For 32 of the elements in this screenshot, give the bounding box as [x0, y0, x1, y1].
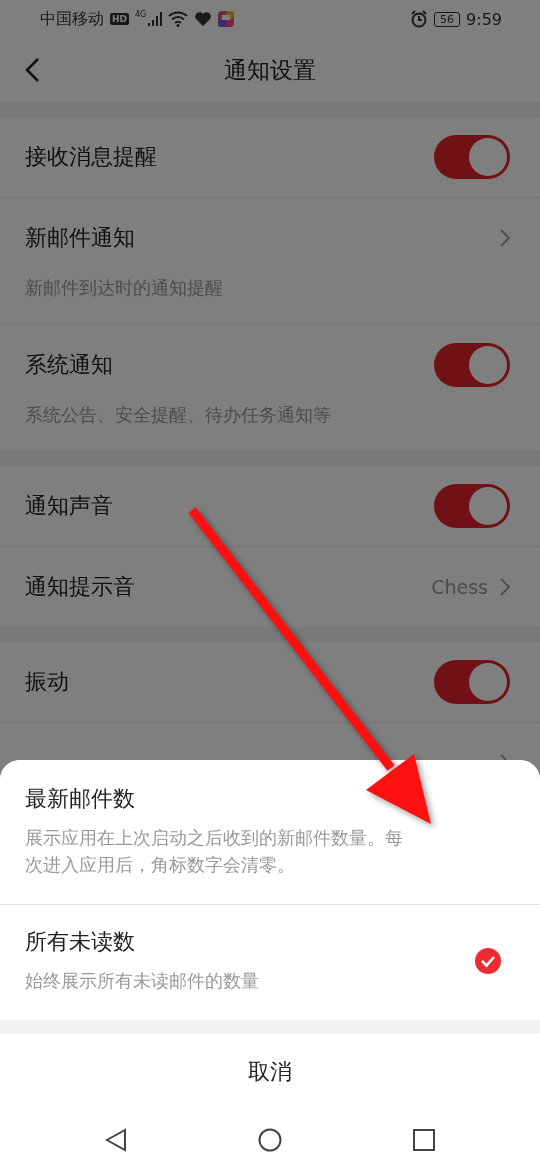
back-icon[interactable]	[24, 57, 40, 83]
wifi-icon	[168, 11, 189, 27]
battery-indicator: 56	[434, 11, 461, 27]
cancel-button[interactable]: 取消	[0, 1034, 540, 1110]
option-description: 展示应用在上次启动之后收到的新邮件数量。每次进入应用后，角标数字会清零。	[25, 826, 404, 877]
setting-label: 新邮件通知	[25, 224, 136, 252]
setting-label: 接收消息提醒	[25, 143, 158, 171]
recents-nav-icon[interactable]	[412, 1129, 435, 1151]
setting-label: 通知提示音	[25, 573, 136, 601]
setting-label: 振动	[25, 668, 70, 696]
hd-badge: HD	[110, 13, 129, 25]
setting-label: 通知声音	[25, 492, 114, 520]
clock: 9:59	[466, 9, 502, 29]
app-icon	[218, 11, 235, 27]
chevron-icon[interactable]	[500, 578, 510, 596]
option-title[interactable]: 所有未读数	[25, 927, 454, 957]
page-title: 通知设置	[224, 55, 316, 85]
toggle-switch[interactable]	[434, 135, 510, 179]
chevron-icon[interactable]	[500, 229, 510, 247]
network-type: 4G	[135, 10, 147, 19]
alarm-icon	[410, 10, 429, 28]
toggle-switch[interactable]	[434, 343, 510, 387]
signal-icon	[148, 12, 163, 26]
heart-icon	[194, 11, 213, 27]
toggle-switch[interactable]	[434, 660, 510, 704]
home-nav-icon[interactable]	[258, 1128, 282, 1152]
toggle-switch[interactable]	[434, 484, 510, 528]
option-title[interactable]: 最新邮件数	[25, 784, 502, 814]
option-description: 始终展示所有未读邮件的数量	[25, 969, 260, 993]
carrier-name: 中国移动	[40, 8, 104, 30]
back-nav-icon[interactable]	[105, 1128, 128, 1152]
setting-label: 系统通知	[25, 351, 114, 379]
